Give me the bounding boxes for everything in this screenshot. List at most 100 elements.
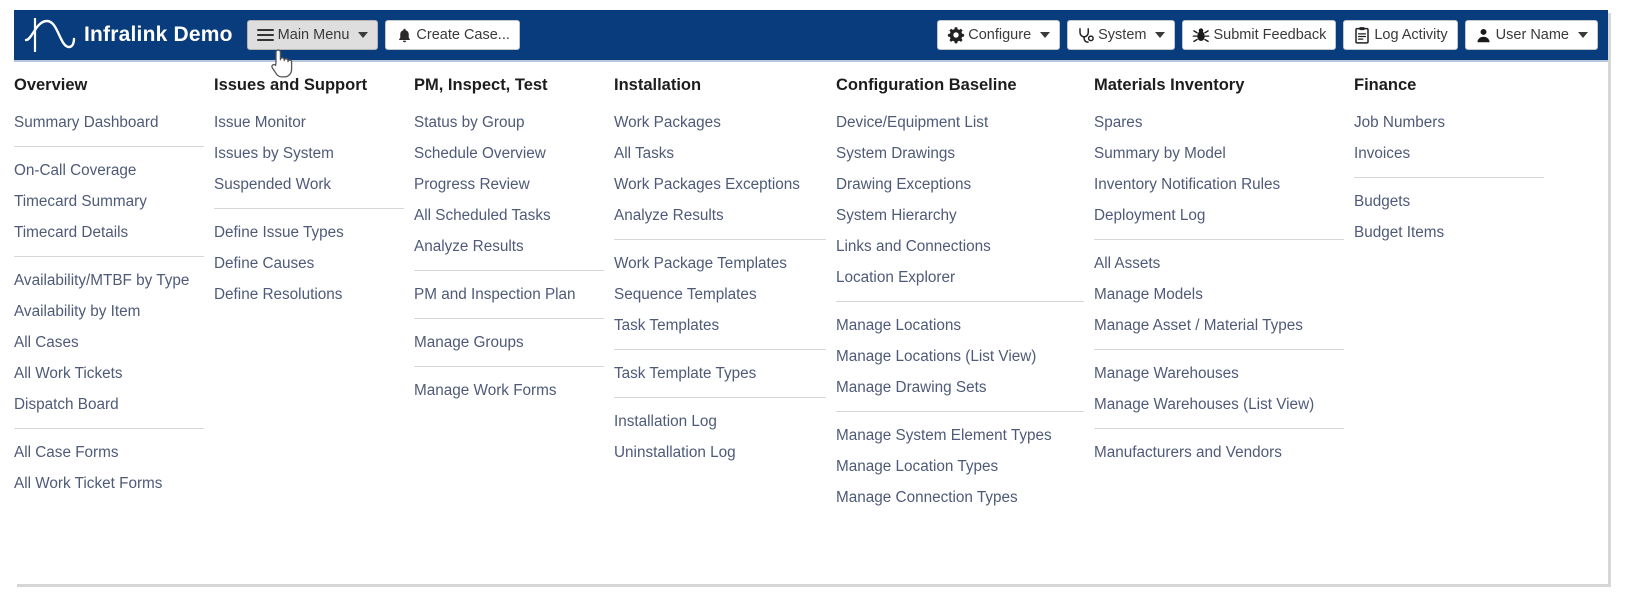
menu-item-issues-by-system[interactable]: Issues by System: [214, 138, 404, 169]
menu-item-manage-work-forms[interactable]: Manage Work Forms: [414, 375, 604, 406]
menu-item-issue-monitor[interactable]: Issue Monitor: [214, 107, 404, 138]
log-activity-label: Log Activity: [1374, 27, 1448, 43]
menu-item-task-templates[interactable]: Task Templates: [614, 310, 826, 341]
menu-item-availability-by-item[interactable]: Availability by Item: [14, 296, 204, 327]
menu-item-all-tasks[interactable]: All Tasks: [614, 138, 826, 169]
menu-item-manage-drawing-sets[interactable]: Manage Drawing Sets: [836, 372, 1084, 403]
menu-item-manage-locations-list-view[interactable]: Manage Locations (List View): [836, 341, 1084, 372]
menu-group: PM and Inspection Plan: [414, 270, 604, 310]
menu-group: Summary Dashboard: [14, 107, 204, 138]
menu-item-suspended-work[interactable]: Suspended Work: [214, 169, 404, 200]
menu-item-availability-mtbf-by-type[interactable]: Availability/MTBF by Type: [14, 265, 204, 296]
menu-item-invoices[interactable]: Invoices: [1354, 138, 1544, 169]
menu-item-manage-warehouses[interactable]: Manage Warehouses: [1094, 358, 1344, 389]
menu-item-progress-review[interactable]: Progress Review: [414, 169, 604, 200]
menu-item-system-drawings[interactable]: System Drawings: [836, 138, 1084, 169]
menu-item-manage-warehouses-list-view[interactable]: Manage Warehouses (List View): [1094, 389, 1344, 420]
menu-item-manage-location-types[interactable]: Manage Location Types: [836, 451, 1084, 482]
menu-item-budgets[interactable]: Budgets: [1354, 186, 1544, 217]
menu-item-manage-locations[interactable]: Manage Locations: [836, 310, 1084, 341]
configure-button[interactable]: Configure: [937, 20, 1061, 50]
chevron-down-icon: [1155, 32, 1166, 38]
chevron-down-icon: [1578, 32, 1588, 38]
menu-item-define-causes[interactable]: Define Causes: [214, 248, 404, 279]
menu-item-all-assets[interactable]: All Assets: [1094, 248, 1344, 279]
menu-item-location-explorer[interactable]: Location Explorer: [836, 262, 1084, 293]
menu-column-title: Installation: [614, 76, 702, 94]
menu-item-drawing-exceptions[interactable]: Drawing Exceptions: [836, 169, 1084, 200]
menu-item-manage-models[interactable]: Manage Models: [1094, 279, 1344, 310]
menu-item-on-call-coverage[interactable]: On-Call Coverage: [14, 155, 204, 186]
menu-item-all-scheduled-tasks[interactable]: All Scheduled Tasks: [414, 200, 604, 231]
menu-item-manage-system-element-types[interactable]: Manage System Element Types: [836, 420, 1084, 451]
menu-item-installation-log[interactable]: Installation Log: [614, 406, 826, 437]
menu-column-title: Configuration Baseline: [836, 76, 1017, 94]
application-window: Infralink Demo Main Menu Create Case...: [14, 10, 1608, 584]
menu-item-manufacturers-and-vendors[interactable]: Manufacturers and Vendors: [1094, 437, 1344, 468]
menu-item-timecard-summary[interactable]: Timecard Summary: [14, 186, 204, 217]
menu-item-pm-and-inspection-plan[interactable]: PM and Inspection Plan: [414, 279, 604, 310]
user-name-label: User Name: [1495, 27, 1569, 43]
menu-item-all-case-forms[interactable]: All Case Forms: [14, 437, 204, 468]
menu-column-title: Overview: [14, 76, 88, 94]
menu-group: Manage Work Forms: [414, 366, 604, 406]
menu-group: All Assets Manage Models Manage Asset / Ma…: [1094, 239, 1344, 341]
menu-column-configuration-baseline: Configuration Baseline Device/Equipment L…: [836, 76, 1094, 513]
menu-item-timecard-details[interactable]: Timecard Details: [14, 217, 204, 248]
menu-column-title: PM, Inspect, Test: [414, 76, 548, 94]
create-case-button[interactable]: Create Case...: [385, 20, 520, 50]
menu-item-deployment-log[interactable]: Deployment Log: [1094, 200, 1344, 231]
menu-item-status-by-group[interactable]: Status by Group: [414, 107, 604, 138]
menu-column-title: Materials Inventory: [1094, 76, 1245, 94]
menu-column-issues-and-support: Issues and Support Issue Monitor Issues by…: [214, 76, 414, 310]
brand-title: Infralink Demo: [84, 23, 233, 46]
menu-item-define-resolutions[interactable]: Define Resolutions: [214, 279, 404, 310]
bell-icon: [395, 26, 413, 44]
menu-item-manage-connection-types[interactable]: Manage Connection Types: [836, 482, 1084, 513]
menu-item-all-cases[interactable]: All Cases: [14, 327, 204, 358]
menu-item-work-packages[interactable]: Work Packages: [614, 107, 826, 138]
menu-item-job-numbers[interactable]: Job Numbers: [1354, 107, 1544, 138]
menu-item-inventory-notification-rules[interactable]: Inventory Notification Rules: [1094, 169, 1344, 200]
menu-item-budget-items[interactable]: Budget Items: [1354, 217, 1544, 248]
menu-group: Status by Group Schedule Overview Progress…: [414, 107, 604, 262]
top-navigation-bar: Infralink Demo Main Menu Create Case...: [14, 10, 1608, 62]
user-menu-button[interactable]: User Name: [1464, 20, 1598, 50]
menu-item-device-equipment-list[interactable]: Device/Equipment List: [836, 107, 1084, 138]
menu-item-schedule-overview[interactable]: Schedule Overview: [414, 138, 604, 169]
menu-item-work-packages-exceptions[interactable]: Work Packages Exceptions: [614, 169, 826, 200]
menu-item-work-package-templates[interactable]: Work Package Templates: [614, 248, 826, 279]
menu-column-overview: Overview Summary Dashboard On-Call Coverag…: [14, 76, 214, 499]
menu-item-analyze-results[interactable]: Analyze Results: [414, 231, 604, 262]
configure-label: Configure: [968, 27, 1032, 43]
header-right-actions: Configure System Submit Feedback Log Act…: [937, 20, 1608, 50]
submit-feedback-button[interactable]: Submit Feedback: [1182, 20, 1337, 50]
menu-group: Manage System Element Types Manage Locati…: [836, 411, 1084, 513]
system-button[interactable]: System: [1067, 20, 1176, 50]
menu-item-summary-dashboard[interactable]: Summary Dashboard: [14, 107, 204, 138]
menu-column-installation: Installation Work Packages All Tasks Work P…: [614, 76, 836, 468]
menu-item-links-and-connections[interactable]: Links and Connections: [836, 231, 1084, 262]
menu-item-summary-by-model[interactable]: Summary by Model: [1094, 138, 1344, 169]
bug-icon: [1192, 26, 1210, 44]
log-activity-button[interactable]: Log Activity: [1343, 20, 1458, 50]
menu-item-analyze-results[interactable]: Analyze Results: [614, 200, 826, 231]
menu-item-manage-groups[interactable]: Manage Groups: [414, 327, 604, 358]
menu-item-manage-asset-material-types[interactable]: Manage Asset / Material Types: [1094, 310, 1344, 341]
menu-item-system-hierarchy[interactable]: System Hierarchy: [836, 200, 1084, 231]
menu-group: Manage Warehouses Manage Warehouses (List…: [1094, 349, 1344, 420]
menu-item-dispatch-board[interactable]: Dispatch Board: [14, 389, 204, 420]
menu-item-define-issue-types[interactable]: Define Issue Types: [214, 217, 404, 248]
main-menu-panel: Overview Summary Dashboard On-Call Coverag…: [14, 62, 1608, 584]
menu-item-all-work-tickets[interactable]: All Work Tickets: [14, 358, 204, 389]
main-menu-button[interactable]: Main Menu: [246, 20, 379, 50]
menu-item-all-work-ticket-forms[interactable]: All Work Ticket Forms: [14, 468, 204, 499]
menu-group: Job Numbers Invoices: [1354, 107, 1544, 169]
menu-item-task-template-types[interactable]: Task Template Types: [614, 358, 826, 389]
menu-group: Issue Monitor Issues by System Suspended W…: [214, 107, 404, 200]
hamburger-icon: [257, 26, 275, 44]
menu-item-spares[interactable]: Spares: [1094, 107, 1344, 138]
clipboard-icon: [1353, 26, 1371, 44]
menu-item-uninstallation-log[interactable]: Uninstallation Log: [614, 437, 826, 468]
menu-item-sequence-templates[interactable]: Sequence Templates: [614, 279, 826, 310]
